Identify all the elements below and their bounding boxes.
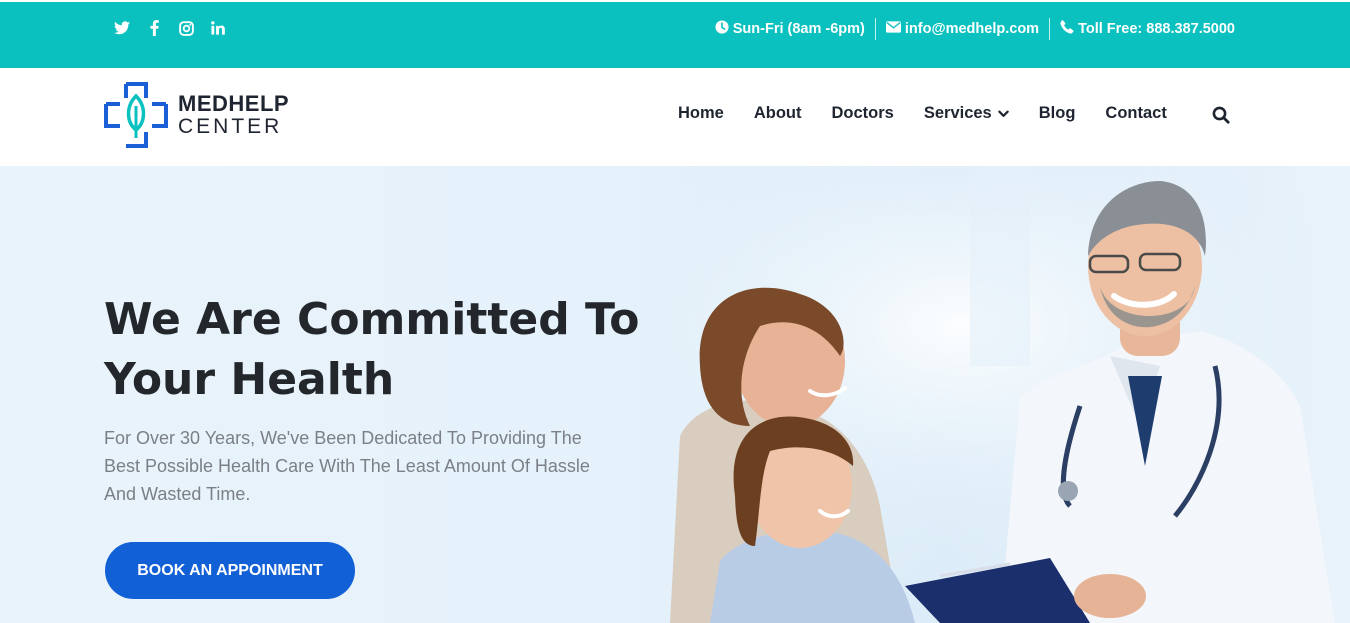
nav-contact[interactable]: Contact bbox=[1105, 104, 1166, 123]
hero-title: We Are Committed To Your Health bbox=[104, 294, 640, 405]
nav-label[interactable]: Home bbox=[678, 104, 724, 123]
nav-about[interactable]: About bbox=[754, 104, 802, 123]
twitter-icon[interactable] bbox=[113, 19, 131, 37]
hours-text: Sun-Fri (8am -6pm) bbox=[732, 21, 865, 37]
main-menu: Home About Doctors Services Blog Contact bbox=[678, 104, 1167, 123]
nav-home[interactable]: Home bbox=[678, 104, 724, 123]
site-logo[interactable]: MEDHELP CENTER bbox=[104, 82, 289, 148]
contact-info: Sun-Fri (8am -6pm) info@medhelp.com Toll… bbox=[705, 18, 1235, 40]
medical-cross-leaf-icon bbox=[104, 82, 168, 148]
nav-blog[interactable]: Blog bbox=[1039, 104, 1076, 123]
email-link[interactable]: info@medhelp.com bbox=[876, 21, 1049, 37]
nav-label[interactable]: About bbox=[754, 104, 802, 123]
top-bar: Sun-Fri (8am -6pm) info@medhelp.com Toll… bbox=[0, 0, 1350, 68]
social-links bbox=[113, 19, 227, 37]
nav-label[interactable]: Blog bbox=[1039, 104, 1076, 123]
clock-icon bbox=[715, 20, 729, 38]
book-appointment-button[interactable]: BOOK AN APPOINMENT bbox=[105, 542, 355, 599]
phone-text[interactable]: Toll Free: 888.387.5000 bbox=[1078, 21, 1235, 37]
main-navbar: MEDHELP CENTER Home About Doctors Servic… bbox=[0, 68, 1350, 166]
chevron-down-icon[interactable] bbox=[998, 110, 1009, 118]
nav-services[interactable]: Services bbox=[924, 104, 1009, 123]
logo-text: MEDHELP CENTER bbox=[178, 91, 290, 138]
nav-label[interactable]: Doctors bbox=[832, 104, 894, 123]
hero-section: We Are Committed To Your Health For Over… bbox=[0, 166, 1350, 623]
instagram-icon[interactable] bbox=[177, 19, 195, 37]
nav-doctors[interactable]: Doctors bbox=[832, 104, 894, 123]
doctor-family-image bbox=[640, 166, 1350, 623]
search-icon[interactable] bbox=[1212, 106, 1230, 124]
facebook-icon[interactable] bbox=[145, 19, 163, 37]
phone-icon bbox=[1060, 20, 1074, 38]
nav-label[interactable]: Contact bbox=[1105, 104, 1166, 123]
logo-line-2: CENTER bbox=[178, 115, 283, 138]
nav-label[interactable]: Services bbox=[924, 104, 992, 123]
hero-subtitle: For Over 30 Years, We've Been Dedicated … bbox=[104, 428, 590, 504]
envelope-icon bbox=[885, 21, 901, 37]
opening-hours: Sun-Fri (8am -6pm) bbox=[705, 20, 875, 38]
linkedin-icon[interactable] bbox=[209, 19, 227, 37]
phone-link[interactable]: Toll Free: 888.387.5000 bbox=[1050, 20, 1235, 38]
logo-line-1: MEDHELP bbox=[178, 91, 290, 116]
email-text[interactable]: info@medhelp.com bbox=[905, 21, 1039, 37]
